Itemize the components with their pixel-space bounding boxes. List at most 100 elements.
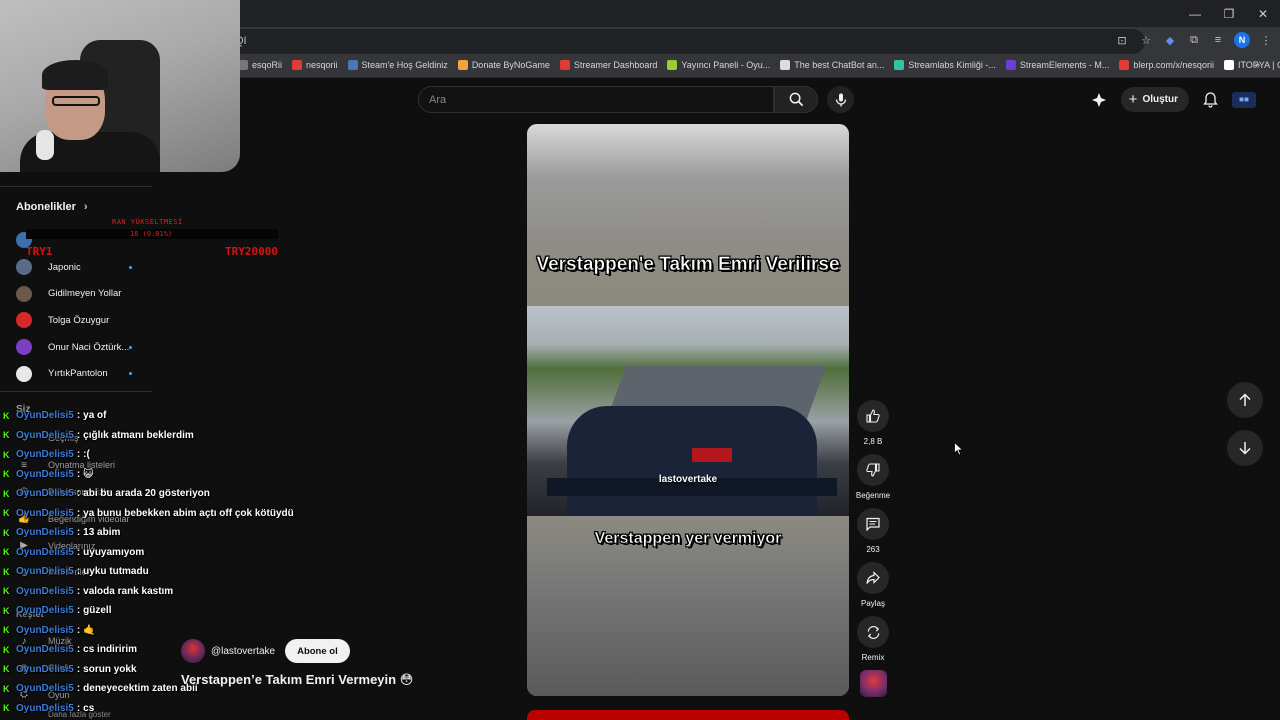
rank-title: RAN YÜKSELTMESİ [112, 218, 183, 226]
chat-username: OyunDelisi5 [16, 624, 74, 636]
dislike-button[interactable] [857, 454, 889, 486]
masthead-actions: + Oluştur ◼◼ [1091, 86, 1256, 113]
chat-username: OyunDelisi5 [16, 663, 74, 675]
chat-text: ya bunu bebekken abim açtı off çok kötüy… [83, 507, 294, 519]
webcam-overlay: ▬▬ [0, 0, 240, 172]
bookmark-star-icon[interactable]: ☆ [1138, 32, 1154, 48]
chat-username: OyunDelisi5 [16, 488, 74, 500]
short-video-player[interactable]: Verstappen'e Takım Emri Verilirse lastov… [527, 124, 849, 696]
comments-action: 263 [857, 508, 889, 554]
bookmark-item[interactable]: esqoRii [238, 60, 282, 70]
chat-text: 🤙 [83, 624, 96, 636]
profile-avatar[interactable]: N [1234, 32, 1250, 48]
bookmark-item[interactable]: Steam'e Hoş Geldiniz [347, 60, 448, 70]
create-button[interactable]: + Oluştur [1120, 87, 1189, 112]
account-avatar[interactable]: ◼◼ [1232, 91, 1256, 108]
kick-badge-icon: K [3, 469, 10, 480]
chat-separator: : [76, 488, 81, 500]
bookmark-item[interactable]: Streamer Dashboard [559, 60, 657, 70]
comments-button[interactable] [857, 508, 889, 540]
mouse-cursor-icon [954, 442, 964, 456]
chat-message: K OyunDelisi5: ya bunu bebekken abim açtı … [3, 504, 323, 524]
microphone [36, 130, 54, 160]
streamer-hair [42, 60, 108, 90]
subscription-item[interactable]: YırtıkPantolon [16, 360, 146, 387]
more-bookmarks-icon[interactable]: » [1254, 60, 1260, 71]
remix-label: Remix [861, 653, 885, 662]
close-icon[interactable]: ✕ [1246, 0, 1280, 27]
extensions-icon[interactable]: ⧉ [1186, 32, 1202, 48]
bookmark-item[interactable]: Streamlabs Kimliği -... [894, 60, 996, 70]
chat-text: sorun yokk [83, 663, 137, 675]
search-input[interactable]: Ara [418, 86, 774, 113]
chat-text: uyku tutmadu [83, 566, 149, 578]
chat-text: 😺 [83, 468, 94, 480]
kick-badge-icon: K [3, 664, 10, 675]
bookmark-label: Steam'e Hoş Geldiniz [361, 60, 448, 70]
bookmark-item[interactable]: StreamElements - M... [1005, 60, 1109, 70]
like-button[interactable] [857, 400, 889, 432]
previous-short-button[interactable] [1227, 382, 1263, 418]
chat-text: uyuyamıyom [83, 546, 145, 558]
video-overlay-subtitle: Verstappen yer vermiyor [594, 530, 782, 548]
notifications-bell-icon[interactable] [1203, 91, 1218, 108]
toolbar-icons: ⊡ ☆ ◆ ⧉ ≡ N ⋮ [1114, 32, 1274, 48]
voice-search-button[interactable] [827, 86, 854, 113]
bookmark-list: esqoRii nesqorii Steam'e Hoş Geldiniz Donat… [238, 60, 1280, 70]
subscriptions-header[interactable]: Abonelikler › [16, 201, 88, 213]
search-placeholder: Ara [429, 94, 447, 106]
subscription-item[interactable]: Onur Naci Öztürk... [16, 334, 146, 361]
bookmark-label: Donate ByNoGame [471, 60, 550, 70]
chat-message: K OyunDelisi5: abi bu arada 20 gösteriyon [3, 484, 323, 504]
bookmark-label: Streamlabs Kimliği -... [908, 60, 996, 70]
address-bar[interactable]: QI [205, 29, 1145, 54]
share-button[interactable] [857, 562, 889, 594]
next-short-peek[interactable] [527, 710, 849, 720]
browser-menu-icon[interactable]: ⋮ [1258, 32, 1274, 48]
sound-source-avatar[interactable] [860, 670, 887, 697]
chat-message: K OyunDelisi5::( [3, 445, 323, 465]
studio-icon[interactable] [1091, 92, 1107, 108]
kick-badge-icon: K [3, 488, 10, 499]
chat-separator: : [76, 410, 81, 422]
comment-count: 263 [866, 545, 880, 554]
media-control-icon[interactable]: ≡ [1210, 32, 1226, 48]
chat-separator: : [76, 468, 81, 480]
chat-text: abi bu arada 20 gösteriyon [83, 488, 210, 500]
restore-icon[interactable]: ❐ [1212, 0, 1246, 27]
chat-message: K OyunDelisi5: güzell [3, 601, 323, 621]
bookmark-item[interactable]: Donate ByNoGame [457, 60, 550, 70]
subscribe-button[interactable]: Abone ol [285, 639, 350, 663]
short-title[interactable]: Verstappen’e Takım Emri Vermeyin 😳 [181, 672, 413, 688]
bookmark-item[interactable]: The best ChatBot an... [780, 60, 884, 70]
bookmark-item[interactable]: ITOPYA | Gaming Ür... [1223, 60, 1280, 70]
video-watermark: lastovertake [658, 474, 718, 485]
kick-badge-icon: K [3, 605, 10, 616]
password-manager-icon[interactable]: ◆ [1162, 32, 1178, 48]
subscription-item[interactable]: Tolga Özuygur [16, 307, 146, 334]
subscription-name: Tolga Özuygur [48, 314, 110, 326]
bookmark-item[interactable]: Yayıncı Paneli - Oyu... [667, 60, 770, 70]
channel-avatar [16, 339, 32, 356]
chat-username: OyunDelisi5 [16, 410, 74, 422]
bookmark-item[interactable]: nesqorii [292, 60, 338, 70]
minimize-icon[interactable]: — [1178, 0, 1212, 27]
install-app-icon[interactable]: ⊡ [1114, 32, 1130, 48]
bookmark-favicon-icon [667, 60, 678, 70]
rank-percent: 16 (0.01%) [130, 230, 173, 238]
create-label: Oluştur [1142, 94, 1178, 105]
search-button[interactable] [774, 86, 818, 113]
bookmark-label: nesqorii [306, 60, 338, 70]
chat-text: cs [83, 702, 95, 714]
bookmark-item[interactable]: blerp.com/x/nesqorii [1119, 60, 1214, 70]
short-actions: 2,8 B Beğenme 263 Paylaş Remix [856, 400, 890, 670]
subscription-item[interactable]: Gidilmeyen Yollar [16, 280, 146, 307]
bookmark-favicon-icon [1223, 60, 1234, 70]
channel-avatar[interactable] [181, 639, 205, 663]
chat-separator: : [76, 429, 81, 441]
car-red-detail [692, 448, 732, 462]
video-overlay-title: Verstappen'e Takım Emri Verilirse [536, 254, 840, 276]
next-short-button[interactable] [1227, 430, 1263, 466]
remix-button[interactable] [857, 616, 889, 648]
channel-name[interactable]: @lastovertake [211, 646, 275, 657]
